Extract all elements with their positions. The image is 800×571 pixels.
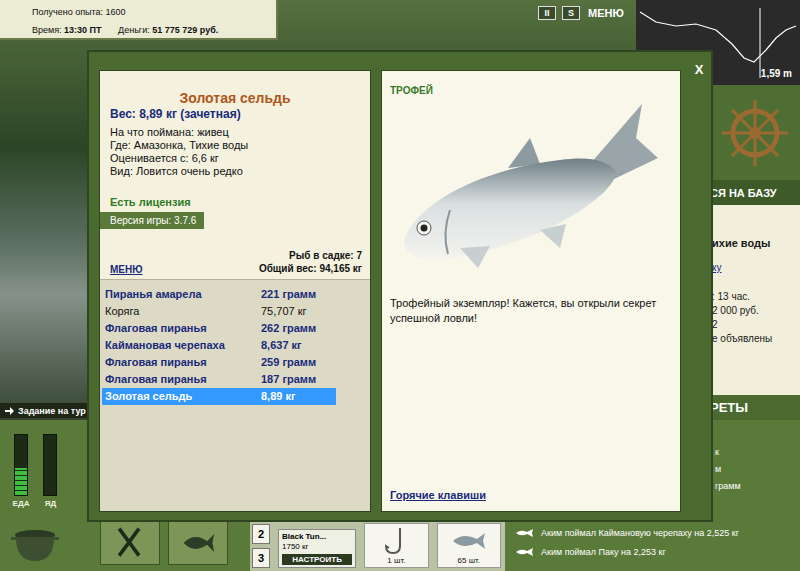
trophy-title: ТРОФЕЙ — [390, 85, 672, 96]
fish-icon — [180, 525, 216, 561]
fish-button[interactable] — [168, 521, 228, 565]
fork-knife-icon — [112, 525, 148, 561]
ship-wheel-icon[interactable] — [720, 98, 790, 168]
place-name: ихие воды — [712, 237, 796, 249]
info-line: : 13 час. — [712, 290, 796, 303]
depth-reading: 1,59 m — [761, 68, 792, 79]
keepnet-row[interactable]: Флаговая пиранья259 грамм — [102, 354, 336, 371]
golden-herring-picture — [390, 98, 670, 278]
info-line: 2 — [712, 318, 796, 331]
fish-icon — [515, 528, 535, 538]
status-hud: Получено опыта: 1600 Время: 13:30 ПТ Ден… — [0, 0, 278, 40]
hook-icon — [376, 526, 416, 556]
keepnet-row[interactable]: Золотая сельдь8,89 кг — [102, 388, 336, 405]
meter-track — [14, 434, 28, 496]
time-money: Время: 13:30 ПТ Деньги: 51 775 729 руб. — [32, 25, 270, 35]
catch-detail: На что поймана: живец — [110, 126, 360, 139]
catch-detail: Где: Амазонка, Тихие воды — [110, 139, 360, 152]
arrow-icon — [4, 406, 14, 416]
trophy-panel: ТРОФЕЙ Трофейный экземпляр! Кажется, вы … — [381, 70, 681, 512]
tackle-item[interactable]: 1 шт. — [364, 523, 428, 568]
time: 13:30 ПТ — [64, 25, 102, 35]
trophy-message: Трофейный экземпляр! Кажется, вы открыли… — [390, 296, 672, 326]
tackle-slot[interactable]: 3 — [252, 548, 270, 568]
catch-detail: Оценивается с: 6,6 кг — [110, 152, 360, 165]
catch-detail: Вид: Ловится очень редко — [110, 165, 360, 178]
meter: ЯД — [43, 434, 57, 508]
tackle-item[interactable]: 65 шт. — [437, 523, 501, 568]
close-button[interactable]: X — [695, 60, 704, 77]
experience: Получено опыта: 1600 — [32, 7, 270, 17]
keepnet-row[interactable]: Флаговая пиранья262 грамм — [102, 320, 336, 337]
top-buttons: II S МЕНЮ — [538, 6, 626, 20]
keepnet-row[interactable]: Коряга75,707 кг — [102, 303, 336, 320]
tackle-slot[interactable]: 2 — [252, 524, 270, 544]
record-row: Аким поймал Каймановую черепаху на 2,525… — [515, 524, 794, 542]
info-link[interactable]: ку — [712, 262, 796, 273]
catch-panel: Золотая сельдь Вес: 8,89 кг (зачетная) Н… — [99, 70, 371, 512]
game-screen: Получено опыта: 1600 Время: 13:30 ПТ Ден… — [0, 0, 800, 571]
hotkeys-link[interactable]: Горячие клавиши — [390, 489, 672, 501]
top-button[interactable]: МЕНЮ — [586, 7, 626, 19]
keepnet-row[interactable]: Каймановая черепаха8,637 кг — [102, 337, 336, 354]
menu-link[interactable]: МЕНЮ — [110, 264, 143, 275]
keepnet-summary: Рыб в садке: 7 Общий вес: 94,165 кг — [259, 249, 362, 275]
info-line: е объявлены — [712, 332, 796, 345]
setup-button[interactable]: НАСТРОИТЬ — [282, 554, 352, 565]
money: 51 775 729 руб. — [152, 25, 218, 35]
bait-fish-icon — [449, 526, 489, 556]
meter: ЕДА — [13, 434, 30, 508]
pot-icon[interactable] — [10, 525, 60, 565]
keepnet-list: Пиранья амарела221 граммКоряга75,707 кгФ… — [100, 280, 370, 511]
fish-weight: Вес: 8,89 кг (зачетная) — [110, 107, 360, 122]
record-row: Аким поймал Паку на 2,253 кг — [515, 543, 794, 561]
license-status: Есть лицензия — [110, 196, 360, 208]
info-line: 2 000 руб. — [712, 304, 796, 317]
top-button[interactable]: II — [538, 6, 556, 20]
fish-icon — [515, 547, 535, 557]
game-version: Версия игры: 3.7.6 — [100, 212, 204, 229]
keepnet-row[interactable]: Пиранья амарела221 грамм — [102, 286, 336, 303]
meter-track — [43, 434, 57, 496]
eat-button[interactable] — [100, 521, 160, 565]
top-button[interactable]: S — [562, 6, 580, 20]
fish-name: Золотая сельдь — [110, 89, 360, 107]
keepnet-row[interactable]: Флаговая пиранья187 грамм — [102, 371, 336, 388]
tackle-card[interactable]: Black Tun... 1750 кг НАСТРОИТЬ — [278, 529, 356, 568]
catch-dialog: Золотая сельдь Вес: 8,89 кг (зачетная) Н… — [87, 50, 713, 522]
